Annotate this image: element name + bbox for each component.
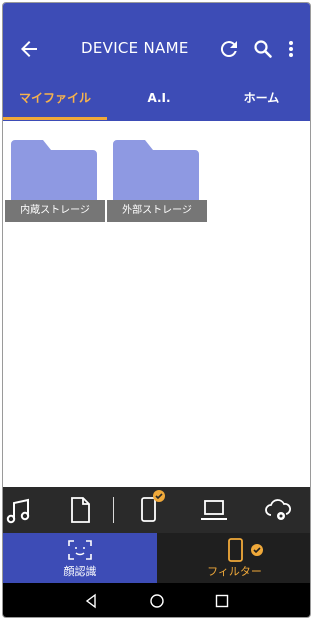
page-title: DEVICE NAME	[81, 39, 189, 57]
document-icon[interactable]	[65, 495, 95, 525]
laptop-icon[interactable]	[199, 495, 229, 525]
tab-indicator	[3, 117, 107, 120]
nav-home-icon[interactable]	[149, 593, 165, 609]
more-vertical-icon[interactable]	[283, 37, 299, 61]
mode-bar: 顔認識 フィルター	[3, 533, 310, 583]
app-bar: DEVICE NAME マイファイル A.I. ホーム	[3, 3, 310, 121]
tab-ai[interactable]: A.I.	[107, 83, 211, 121]
folder-internal-storage[interactable]: 内蔵ストレージ	[5, 138, 105, 222]
system-nav-bar	[3, 583, 310, 617]
cloud-settings-icon[interactable]	[263, 495, 293, 525]
top-bar: DEVICE NAME	[3, 31, 310, 67]
filter-label: フィルター	[207, 565, 262, 578]
search-icon[interactable]	[251, 37, 275, 61]
category-bar	[3, 487, 310, 533]
phone-icon	[228, 538, 243, 562]
filter-button[interactable]: フィルター	[157, 533, 310, 583]
face-recognition-button[interactable]: 顔認識	[3, 533, 157, 583]
nav-back-icon[interactable]	[83, 593, 99, 609]
face-scan-icon	[68, 540, 92, 560]
music-icon[interactable]	[5, 495, 35, 525]
tab-home[interactable]: ホーム	[211, 83, 310, 121]
phone-icon[interactable]	[137, 490, 167, 525]
check-badge-icon	[251, 544, 263, 556]
refresh-icon[interactable]	[217, 37, 241, 61]
folder-label: 内蔵ストレージ	[5, 200, 105, 222]
back-arrow-icon[interactable]	[17, 37, 41, 61]
folder-icon	[11, 140, 97, 204]
tab-my-files[interactable]: マイファイル	[3, 83, 107, 121]
tab-bar: マイファイル A.I. ホーム	[3, 83, 310, 121]
app-frame: DEVICE NAME マイファイル A.I. ホーム 内蔵ストレージ 外部スト…	[2, 2, 311, 618]
folder-icon	[113, 140, 199, 204]
folder-external-storage[interactable]: 外部ストレージ	[107, 138, 207, 222]
face-recognition-label: 顔認識	[63, 565, 97, 578]
folder-label: 外部ストレージ	[107, 200, 207, 222]
nav-recent-icon[interactable]	[215, 594, 229, 608]
divider	[113, 497, 114, 523]
